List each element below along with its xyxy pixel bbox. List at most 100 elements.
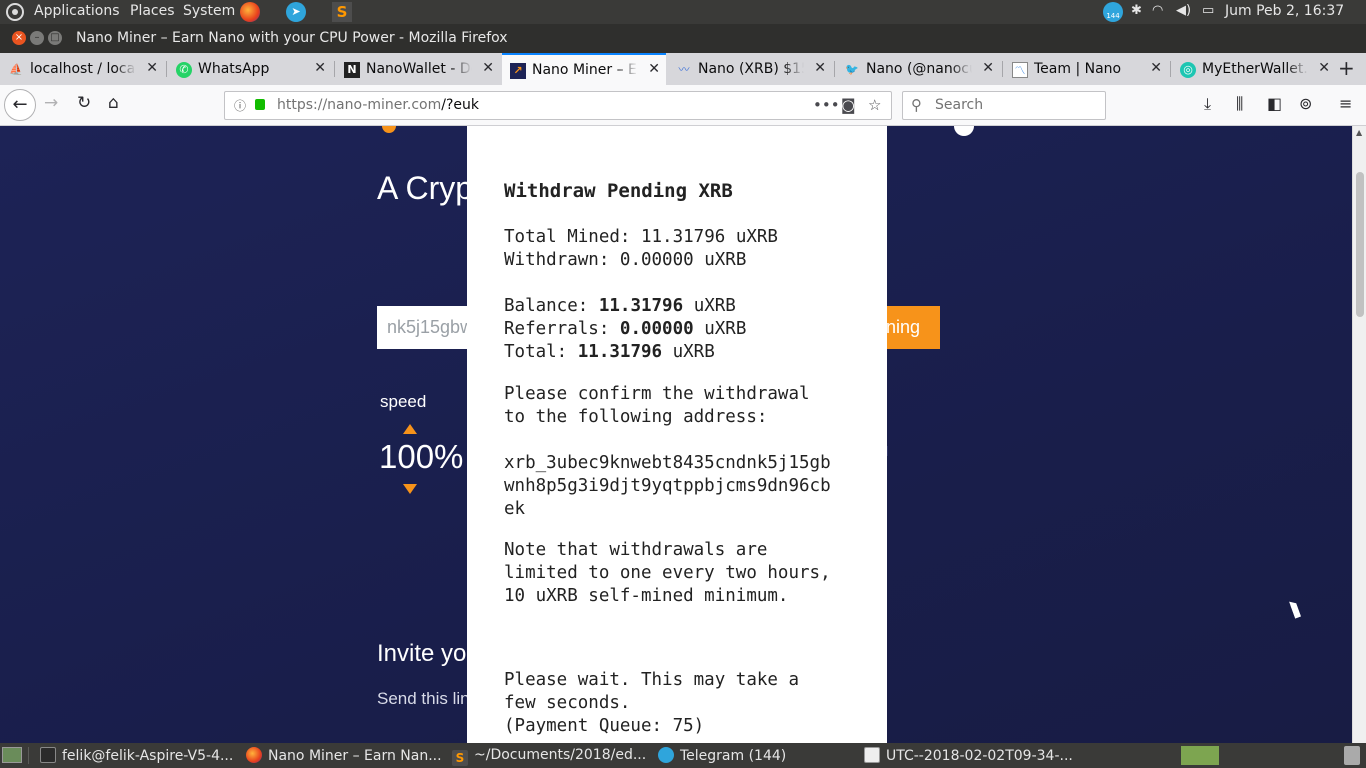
tab-nano-miner[interactable]: ↗ Nano Miner – Earn Nano ✕ [502, 53, 666, 85]
firefox-launcher-icon[interactable] [240, 2, 260, 22]
new-tab-icon[interactable]: + [1338, 56, 1355, 80]
sublime-launcher-icon[interactable]: S [332, 2, 352, 22]
text-editor-icon [864, 747, 880, 763]
speed-up-arrow-icon[interactable] [403, 424, 417, 434]
page-actions-icon[interactable]: ••• [813, 96, 840, 114]
logo-dot [382, 126, 396, 133]
phpmyadmin-icon: ⛵ [9, 63, 23, 76]
sidebar-icon[interactable]: ◧ [1267, 94, 1282, 113]
tab-label: NanoWallet - Desktop [366, 61, 472, 77]
note-line-2: limited to one every two hours, [504, 563, 831, 583]
task-label: Nano Miner – Earn Nan... [268, 748, 442, 764]
telegram-tray-icon[interactable]: 144 [1103, 2, 1123, 22]
close-tab-icon[interactable]: ✕ [814, 60, 826, 76]
task-terminal[interactable]: felik@felik-Aspire-V5-4... [40, 743, 233, 768]
search-input[interactable]: Search [935, 97, 983, 113]
note-line-3: 10 uXRB self-mined minimum. [504, 586, 789, 606]
clock[interactable]: Jum Peb 2, 16:37 [1225, 3, 1344, 19]
tab-label: MyEtherWallet.com [1202, 61, 1308, 77]
modal-title: Withdraw Pending XRB [504, 180, 733, 202]
withdraw-modal: Withdraw Pending XRB Total Mined: 11.317… [467, 126, 887, 743]
tab-localhost[interactable]: ⛵ localhost / localhost ✕ [0, 54, 164, 85]
task-telegram[interactable]: Telegram (144) [658, 743, 786, 768]
close-tab-icon[interactable]: ✕ [146, 60, 158, 76]
back-arrow-icon[interactable]: ← [4, 89, 36, 121]
maximize-window-icon[interactable]: □ [48, 31, 62, 45]
battery-icon[interactable]: ▭ [1202, 3, 1214, 18]
total-mined-value: 11.31796 [640, 227, 726, 247]
withdraw-address-line-3: ek [504, 499, 526, 519]
close-tab-icon[interactable]: ✕ [1150, 60, 1162, 76]
forward-arrow-icon[interactable]: → [44, 93, 58, 113]
tab-myetherwallet[interactable]: ◎ MyEtherWallet.com ✕ [1172, 54, 1336, 85]
referrals-line: Referrals: 0.00000 uXRB [504, 319, 747, 339]
menu-applications[interactable]: Applications [34, 3, 120, 19]
bluetooth-icon[interactable]: ✱ [1131, 3, 1142, 18]
terminal-icon [40, 747, 56, 763]
speed-value: 100% [379, 438, 464, 475]
tab-nanowallet[interactable]: N NanoWallet - Desktop ✕ [336, 54, 500, 85]
trash-icon[interactable] [1344, 746, 1360, 765]
wifi-icon[interactable]: ◠ [1152, 3, 1163, 18]
navigation-bar: ← → ↻ ⌂ ⓘ https://nano-miner.com/?euk ••… [0, 85, 1366, 126]
volume-icon[interactable]: ◀) [1176, 3, 1191, 18]
close-tab-icon[interactable]: ✕ [1318, 60, 1330, 76]
withdrawn-value: 0.00000 [619, 250, 694, 270]
reload-icon[interactable]: ↻ [77, 93, 91, 113]
window-titlebar: × – □ Nano Miner – Earn Nano with your C… [0, 24, 1366, 53]
task-text-editor[interactable]: UTC--2018-02-02T09-34-... [864, 743, 1073, 768]
sync-icon[interactable]: ⊚ [1299, 94, 1312, 113]
confirm-text-line-2: to the following address: [504, 407, 768, 427]
menu-system[interactable]: System [183, 3, 235, 19]
url-bar[interactable]: ⓘ https://nano-miner.com/?euk ••• ◙ ☆ [224, 91, 892, 120]
telegram-icon [658, 747, 674, 763]
close-tab-icon[interactable]: ✕ [482, 60, 494, 76]
show-desktop-icon[interactable] [2, 747, 22, 763]
total-mined-line: Total Mined: 11.31796 uXRB [504, 227, 778, 247]
workspace-switcher[interactable] [1181, 746, 1219, 765]
close-window-icon[interactable]: × [12, 31, 26, 45]
telegram-launcher-icon[interactable]: ➤ [286, 2, 306, 22]
close-tab-icon[interactable]: ✕ [314, 60, 326, 76]
task-firefox[interactable]: Nano Miner – Earn Nan... [246, 743, 442, 768]
balance-line: Balance: 11.31796 uXRB [504, 296, 736, 316]
bottom-taskbar: felik@felik-Aspire-V5-4... Nano Miner – … [0, 743, 1366, 768]
tab-twitter[interactable]: 🐦 Nano (@nanocurrency) ✕ [836, 54, 1000, 85]
twitter-icon: 🐦 [845, 63, 859, 76]
tab-label: Team | Nano [1034, 61, 1122, 77]
whatsapp-icon: ✆ [176, 62, 192, 78]
scroll-up-arrow-icon[interactable]: ▲ [1356, 128, 1362, 137]
wait-line-1: Please wait. This may take a [504, 670, 800, 690]
search-bar[interactable]: ⚲ Search [902, 91, 1106, 120]
page-scrollbar[interactable]: ▲ [1352, 126, 1366, 743]
bookmark-star-icon[interactable]: ☆ [868, 96, 881, 114]
close-tab-icon[interactable]: ✕ [982, 60, 994, 76]
telegram-tray-badge: 144 [1106, 12, 1120, 20]
tab-label: localhost / localhost [30, 61, 136, 77]
pocket-icon[interactable]: ◙ [841, 96, 856, 114]
note-line-1: Note that withdrawals are [504, 540, 768, 560]
lock-icon[interactable] [255, 99, 265, 110]
info-icon[interactable]: ⓘ [234, 97, 246, 114]
library-icon[interactable]: ⫼ [1236, 94, 1243, 114]
task-label: felik@felik-Aspire-V5-4... [62, 748, 234, 764]
total-value: 11.31796 [577, 342, 663, 362]
speed-down-arrow-icon[interactable] [403, 484, 417, 494]
tab-whatsapp[interactable]: ✆ WhatsApp ✕ [168, 54, 332, 85]
downloads-icon[interactable]: ⤓ [1204, 94, 1211, 114]
logo-fragment [954, 126, 974, 136]
menu-places[interactable]: Places [130, 3, 175, 19]
tab-team-nano[interactable]: 〽 Team | Nano ✕ [1004, 54, 1168, 85]
tab-nano-price[interactable]: 〰 Nano (XRB) $15.91 ✕ [668, 54, 832, 85]
hamburger-menu-icon[interactable]: ≡ [1339, 94, 1352, 113]
close-tab-icon[interactable]: ✕ [648, 61, 660, 77]
home-icon[interactable]: ⌂ [108, 93, 119, 113]
scrollbar-thumb[interactable] [1356, 172, 1364, 317]
tab-label: Nano Miner – Earn Nano [532, 62, 638, 78]
task-sublime[interactable]: S ~/Documents/2018/ed... [452, 743, 646, 768]
minimize-window-icon[interactable]: – [30, 31, 44, 45]
search-icon: ⚲ [911, 96, 922, 114]
top-panel: Applications Places System ➤ S 144 ✱ ◠ ◀… [0, 0, 1366, 24]
url-text[interactable]: https://nano-miner.com/?euk [277, 97, 479, 113]
ubuntu-logo-icon[interactable] [6, 3, 24, 21]
